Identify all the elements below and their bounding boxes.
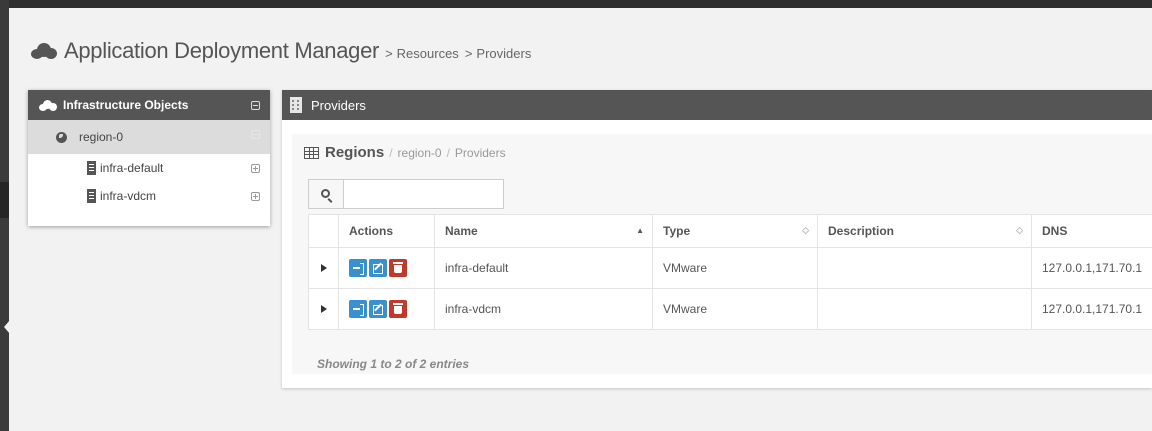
table-row: infra-default VMware 127.0.0.1,171.70.1	[308, 247, 1152, 289]
window-left-frame-segment	[0, 182, 9, 218]
server-icon	[87, 161, 96, 175]
search-button[interactable]	[308, 179, 344, 209]
app-canvas: Application Deployment Manager > Resourc…	[9, 8, 1152, 431]
globe-icon	[56, 131, 67, 143]
row-actions	[338, 247, 435, 289]
breadcrumb-separator: /	[446, 145, 450, 160]
breadcrumb-resources[interactable]: Resources	[397, 41, 459, 61]
trash-icon[interactable]	[389, 259, 407, 277]
column-header-description[interactable]: Description	[817, 214, 1032, 248]
column-header-name[interactable]: Name	[434, 214, 653, 248]
tree-item-infra-default[interactable]: infra-default	[28, 154, 270, 182]
collapse-icon[interactable]	[251, 101, 260, 110]
collapse-node-icon[interactable]	[251, 130, 260, 139]
tree-item-infra-vdcm[interactable]: infra-vdcm	[28, 182, 270, 210]
regions-title[interactable]: Regions	[325, 144, 384, 161]
trash-icon[interactable]	[389, 300, 407, 318]
panel-header: Providers	[282, 90, 1152, 120]
breadcrumb-providers: Providers	[454, 145, 506, 160]
panel-body: Regions / region-0 / Providers Actions N…	[292, 134, 1152, 374]
tree-item-label: infra-vdcm	[100, 189, 157, 203]
cloud-icon	[31, 43, 57, 59]
column-header-type[interactable]: Type	[652, 214, 818, 248]
cloud-icon	[39, 99, 57, 111]
cell-name: infra-default	[434, 247, 653, 289]
cell-description	[817, 247, 1032, 289]
cell-name: infra-vdcm	[434, 288, 653, 330]
cell-dns: 127.0.0.1,171.70.1	[1031, 247, 1152, 289]
breadcrumb-separator: /	[389, 145, 393, 160]
sidebar-toggle-icon[interactable]	[4, 320, 10, 334]
search-input[interactable]	[344, 179, 504, 209]
login-icon[interactable]	[349, 300, 367, 318]
building-icon	[290, 97, 302, 113]
sidebar-title: Infrastructure Objects	[63, 98, 189, 112]
column-header-actions: Actions	[338, 214, 435, 248]
breadcrumb-region[interactable]: region-0	[398, 146, 442, 160]
page-title: Application Deployment Manager	[64, 38, 380, 63]
expand-row-icon[interactable]	[321, 264, 327, 272]
expand-row-icon[interactable]	[321, 305, 327, 313]
regions-breadcrumb: Regions / region-0 / Providers	[304, 144, 506, 161]
cell-type: VMware	[652, 288, 818, 330]
cell-description	[817, 288, 1032, 330]
expand-node-icon[interactable]	[251, 164, 260, 173]
cell-type: VMware	[652, 247, 818, 289]
table-header-row: Actions Name Type Description DNS	[308, 214, 1152, 248]
table-row: infra-vdcm VMware 127.0.0.1,171.70.1	[308, 288, 1152, 330]
search-icon	[321, 189, 330, 198]
login-icon[interactable]	[349, 259, 367, 277]
tree-item-label: region-0	[79, 130, 124, 144]
window-top-frame	[0, 0, 1152, 8]
column-header-expand	[308, 214, 339, 248]
tree-item-label: infra-default	[100, 161, 164, 175]
cell-dns: 127.0.0.1,171.70.1	[1031, 288, 1152, 330]
table-info: Showing 1 to 2 of 2 entries	[317, 357, 470, 371]
breadcrumb-providers[interactable]: Providers	[476, 41, 531, 61]
edit-icon[interactable]	[369, 259, 387, 277]
panel-title: Providers	[311, 97, 366, 113]
row-actions	[338, 288, 435, 330]
providers-panel: Providers Regions / region-0 / Providers	[282, 90, 1152, 388]
row-expander[interactable]	[308, 288, 339, 330]
page-header: Application Deployment Manager > Resourc…	[31, 38, 531, 64]
infrastructure-sidebar: Infrastructure Objects region-0 infra-de…	[28, 90, 270, 226]
tree-item-region[interactable]: region-0	[28, 120, 270, 154]
breadcrumb-separator: >	[385, 46, 393, 61]
expand-node-icon[interactable]	[251, 192, 260, 201]
table-icon	[304, 146, 319, 159]
breadcrumb-separator: >	[464, 46, 473, 61]
server-icon	[87, 189, 96, 203]
column-header-dns[interactable]: DNS	[1031, 214, 1152, 248]
edit-icon[interactable]	[369, 300, 387, 318]
search-box	[308, 179, 504, 209]
providers-table: Actions Name Type Description DNS infra-…	[308, 214, 1152, 330]
row-expander[interactable]	[308, 247, 339, 289]
sidebar-header: Infrastructure Objects	[28, 90, 270, 120]
